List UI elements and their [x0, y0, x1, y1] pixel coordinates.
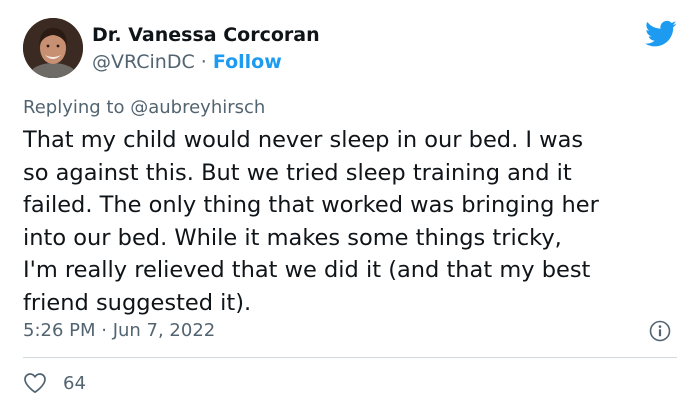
like-count: 64: [63, 372, 86, 394]
tweet-text-line: That my child would never sleep in our b…: [23, 127, 584, 153]
divider: [23, 357, 677, 358]
author-handle-row: @VRCinDC · Follow: [92, 51, 282, 73]
separator-dot: ·: [200, 51, 207, 73]
tweet-text-line: friend suggested it).: [23, 289, 252, 316]
tweet-text-line: into our bed. While it makes some things…: [23, 224, 562, 251]
replying-to: Replying to @aubreyhirsch: [23, 97, 265, 118]
heart-icon: [24, 373, 46, 394]
tweet-text-line: failed. The only thing that worked was b…: [23, 192, 599, 218]
reply-prefix: Replying to: [23, 97, 125, 118]
tweet-text-line: I'm really relieved that we did it (and …: [23, 257, 591, 283]
reply-handle-link[interactable]: @aubreyhirsch: [130, 97, 265, 118]
avatar[interactable]: [23, 18, 83, 78]
twitter-bird-icon[interactable]: [645, 20, 677, 48]
info-icon[interactable]: [649, 320, 671, 342]
tweet-text: That my child would never sleep in our b…: [23, 124, 683, 319]
timestamp[interactable]: 5:26 PM · Jun 7, 2022: [23, 320, 215, 341]
tweet-card: Dr. Vanessa Corcoran @VRCinDC · Follow R…: [0, 0, 700, 410]
like-button[interactable]: 64: [23, 372, 86, 394]
follow-button[interactable]: Follow: [213, 51, 282, 73]
author-display-name[interactable]: Dr. Vanessa Corcoran: [92, 24, 320, 46]
author-handle[interactable]: @VRCinDC: [92, 51, 195, 73]
tweet-text-line: so against this. But we tried sleep trai…: [23, 159, 572, 186]
